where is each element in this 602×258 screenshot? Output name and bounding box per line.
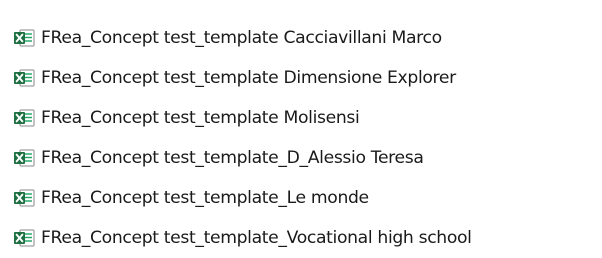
file-name: FRea_Concept test_template_D_Alessio Ter… [41,148,424,168]
file-name: FRea_Concept test_template_Le monde [41,188,369,208]
file-list: FRea_Concept test_template Cacciavillani… [13,18,598,258]
file-name: FRea_Concept test_template Molisensi [41,108,360,128]
excel-icon [13,228,35,248]
file-name: FRea_Concept test_template_Vocational hi… [41,228,472,248]
excel-icon [13,188,35,208]
file-item[interactable]: FRea_Concept test_template_Vocational hi… [13,218,598,258]
file-item[interactable]: FRea_Concept test_template_D_Alessio Ter… [13,138,598,178]
file-name: FRea_Concept test_template Cacciavillani… [41,28,442,48]
excel-icon [13,28,35,48]
file-item[interactable]: FRea_Concept test_template Cacciavillani… [13,18,598,58]
excel-icon [13,68,35,88]
file-item[interactable]: FRea_Concept test_template_Le monde [13,178,598,218]
file-name: FRea_Concept test_template Dimensione Ex… [41,68,456,88]
excel-icon [13,108,35,128]
file-item[interactable]: FRea_Concept test_template Molisensi [13,98,598,138]
excel-icon [13,148,35,168]
file-item[interactable]: FRea_Concept test_template Dimensione Ex… [13,58,598,98]
